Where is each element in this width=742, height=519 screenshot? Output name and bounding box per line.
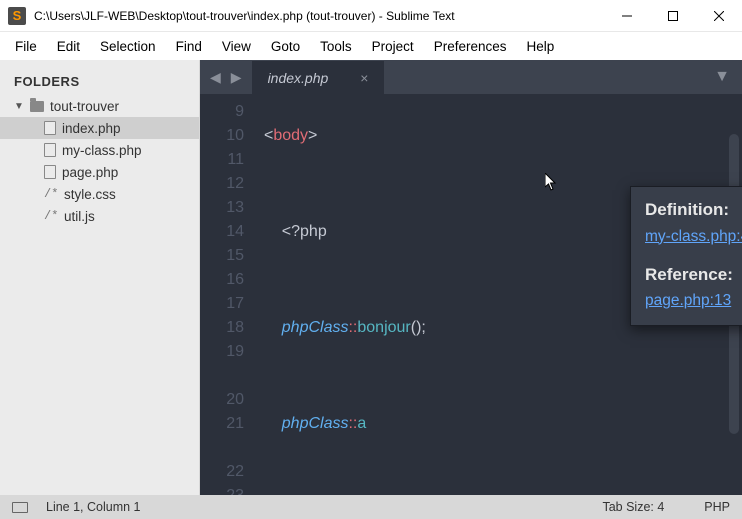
menu-tools[interactable]: Tools [311,36,361,57]
title-bar: S C:\Users\JLF-WEB\Desktop\tout-trouver\… [0,0,742,32]
line-number[interactable]: 10 [200,124,244,148]
tree-file-label: util.js [64,209,95,224]
nav-forward-icon[interactable]: ▶ [231,69,242,86]
line-number[interactable]: 16 [200,268,244,292]
tree-file-label: page.php [62,165,118,180]
line-number[interactable]: 21 [200,412,244,460]
tree-file[interactable]: /* style.css [0,183,199,205]
tree-file-label: my-class.php [62,143,142,158]
menu-selection[interactable]: Selection [91,36,165,57]
panel-toggle-icon[interactable] [12,502,28,513]
line-number[interactable]: 15 [200,244,244,268]
maximize-button[interactable] [650,0,696,32]
line-number[interactable]: 9 [200,100,244,124]
tree-file-label: index.php [62,121,121,136]
editor: ◀ ▶ index.php × ▼ 9 10 11 12 13 14 15 16… [200,60,742,495]
file-icon [44,143,56,157]
status-cursor-position[interactable]: Line 1, Column 1 [46,500,141,514]
menu-edit[interactable]: Edit [48,36,89,57]
menu-help[interactable]: Help [518,36,564,57]
disclosure-triangle-icon[interactable]: ▼ [14,101,24,112]
line-number[interactable]: 20 [200,388,244,412]
line-number[interactable]: 13 [200,196,244,220]
menu-bar: File Edit Selection Find View Goto Tools… [0,32,742,60]
line-number[interactable]: 18 [200,316,244,340]
tree-folder-label: tout-trouver [50,99,119,114]
app-icon: S [8,7,26,25]
line-number[interactable]: 12 [200,172,244,196]
sidebar-header: FOLDERS [0,70,199,95]
tab-bar: ◀ ▶ index.php × ▼ [200,60,742,94]
menu-project[interactable]: Project [363,36,423,57]
comment-file-icon: /* [44,209,58,223]
file-tree: ▼ tout-trouver index.php my-class.php pa… [0,95,199,227]
line-number[interactable]: 17 [200,292,244,316]
menu-preferences[interactable]: Preferences [425,36,516,57]
window-title: C:\Users\JLF-WEB\Desktop\tout-trouver\in… [34,9,604,23]
line-number[interactable]: 23 [200,484,244,495]
line-number[interactable]: 22 [200,460,244,484]
line-number[interactable]: 14 [200,220,244,244]
menu-file[interactable]: File [6,36,46,57]
tab-label: index.php [268,70,329,86]
popup-reference-header: Reference: [645,262,742,288]
tab-close-icon[interactable]: × [360,70,368,86]
close-button[interactable] [696,0,742,32]
tab-overflow-icon[interactable]: ▼ [714,68,730,86]
tree-file[interactable]: index.php [0,117,199,139]
tab-history-nav: ◀ ▶ [200,60,252,94]
line-number[interactable]: 11 [200,148,244,172]
menu-goto[interactable]: Goto [262,36,309,57]
window-controls [604,0,742,32]
tree-file[interactable]: page.php [0,161,199,183]
popup-definition-header: Definition: [645,197,742,223]
sidebar: FOLDERS ▼ tout-trouver index.php my-clas… [0,60,200,495]
tree-folder-root[interactable]: ▼ tout-trouver [0,95,199,117]
symbol-popup: Definition: my-class.php:4 Reference: pa… [630,186,742,326]
menu-find[interactable]: Find [167,36,211,57]
folder-icon [30,101,44,112]
status-tab-size[interactable]: Tab Size: 4 [602,500,664,514]
comment-file-icon: /* [44,187,58,201]
nav-back-icon[interactable]: ◀ [210,69,221,86]
tab-active[interactable]: index.php × [252,60,385,94]
file-icon [44,121,56,135]
status-bar: Line 1, Column 1 Tab Size: 4 PHP [0,495,742,519]
gutter: 9 10 11 12 13 14 15 16 17 18 19 20 21 22… [200,94,258,495]
file-icon [44,165,56,179]
tab-bar-filler: ▼ [384,60,742,94]
tree-file[interactable]: /* util.js [0,205,199,227]
status-syntax[interactable]: PHP [704,500,730,514]
tree-file-label: style.css [64,187,116,202]
minimize-button[interactable] [604,0,650,32]
popup-definition-link[interactable]: my-class.php:4 [645,225,742,248]
popup-reference-link[interactable]: page.php:13 [645,289,742,312]
line-number[interactable]: 19 [200,340,244,388]
tree-file[interactable]: my-class.php [0,139,199,161]
menu-view[interactable]: View [213,36,260,57]
